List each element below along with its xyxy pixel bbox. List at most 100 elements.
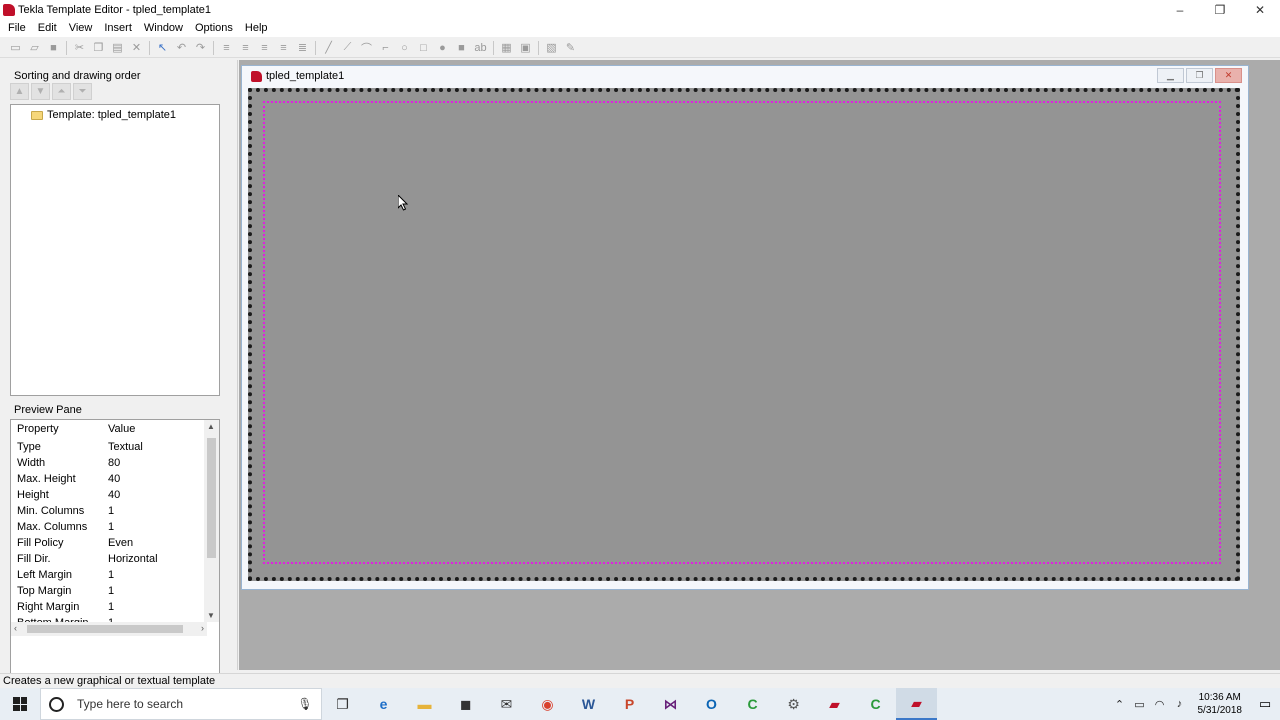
picture-icon[interactable]: ▧: [542, 39, 561, 57]
filled-rectangle-icon[interactable]: ■: [452, 39, 471, 57]
edge-icon[interactable]: e: [363, 688, 404, 720]
frame-icon[interactable]: ▣: [516, 39, 535, 57]
save-icon[interactable]: ■: [44, 39, 63, 57]
document-title-bar[interactable]: tpled_template1 ▁ ❐ ✕: [242, 66, 1248, 86]
open-icon[interactable]: ▱: [25, 39, 44, 57]
menu-options[interactable]: Options: [189, 19, 239, 37]
property-row[interactable]: Type Textual: [11, 439, 207, 455]
camtasia-icon[interactable]: C: [732, 688, 773, 720]
align-top-icon[interactable]: ≡: [217, 39, 236, 57]
paste-icon[interactable]: ▤: [108, 39, 127, 57]
property-value: Horizontal: [108, 553, 158, 565]
clock[interactable]: 10:36 AM 5/31/2018: [1198, 691, 1243, 717]
scrollbar-thumb[interactable]: [27, 625, 183, 633]
property-name: Min. Columns: [17, 505, 85, 517]
scroll-right-icon[interactable]: ›: [201, 623, 204, 633]
property-value: 40: [108, 473, 121, 485]
delete-icon[interactable]: ✕: [127, 39, 146, 57]
document-minimize-button[interactable]: ▁: [1157, 68, 1184, 83]
menu-insert[interactable]: Insert: [98, 19, 138, 37]
menu-window[interactable]: Window: [138, 19, 189, 37]
word-icon[interactable]: W: [568, 688, 609, 720]
cortana-icon: [49, 696, 64, 712]
start-button[interactable]: [0, 688, 40, 720]
store-icon[interactable]: ◼: [445, 688, 486, 720]
settings-gear-icon[interactable]: ⚙: [773, 688, 814, 720]
chrome-icon[interactable]: ◉: [527, 688, 568, 720]
menu-help[interactable]: Help: [239, 19, 274, 37]
volume-icon[interactable]: ♪: [1170, 698, 1190, 710]
property-name: Width: [17, 457, 46, 469]
window-title: Tekla Template Editor - tpled_template1: [18, 3, 212, 16]
outlook-icon[interactable]: O: [691, 688, 732, 720]
menu-edit[interactable]: Edit: [32, 19, 63, 37]
rectangle-icon[interactable]: □: [414, 39, 433, 57]
cut-icon[interactable]: ✂: [70, 39, 89, 57]
taskbar-search[interactable]: Type here to search 🎙: [40, 688, 322, 720]
vertical-scrollbar[interactable]: ▲ ▼: [204, 420, 219, 622]
move-top-icon[interactable]: ⏶: [52, 83, 71, 100]
property-row[interactable]: Width 80: [11, 455, 207, 471]
property-row[interactable]: Right Margin 1: [11, 599, 207, 615]
line-icon[interactable]: ╱: [319, 39, 338, 57]
filled-circle-icon[interactable]: ●: [433, 39, 452, 57]
grid-icon[interactable]: ▦: [497, 39, 516, 57]
copy-icon[interactable]: ❐: [89, 39, 108, 57]
scroll-left-icon[interactable]: ‹: [14, 623, 17, 633]
property-row[interactable]: Max. Columns 1: [11, 519, 207, 535]
align-distribute-icon[interactable]: ≣: [293, 39, 312, 57]
camtasia-recorder-icon[interactable]: C: [855, 688, 896, 720]
circle-icon[interactable]: ○: [395, 39, 414, 57]
left-panel: Sorting and drawing order ▲ ▼ ⏶ ⏷ Templa…: [0, 60, 238, 695]
select-icon[interactable]: ↖: [153, 39, 172, 57]
close-button[interactable]: ✕: [1240, 0, 1280, 19]
property-row[interactable]: Max. Height 40: [11, 471, 207, 487]
align-center-icon[interactable]: ≡: [274, 39, 293, 57]
align-middle-icon[interactable]: ≡: [236, 39, 255, 57]
polyline-icon[interactable]: ⟋: [338, 39, 357, 57]
minimize-button[interactable]: –: [1160, 0, 1200, 19]
maximize-button[interactable]: ❐: [1200, 0, 1240, 19]
arc-icon[interactable]: ⌒: [357, 39, 376, 57]
tekla-icon[interactable]: ▰: [814, 688, 855, 720]
redo-icon[interactable]: ↷: [191, 39, 210, 57]
powerpoint-icon[interactable]: P: [609, 688, 650, 720]
pen-icon[interactable]: ✎: [561, 39, 580, 57]
menu-file[interactable]: File: [2, 19, 32, 37]
template-canvas[interactable]: [248, 88, 1240, 581]
show-hidden-icons-icon[interactable]: ⌃: [1110, 698, 1130, 711]
tekla-app-icon: [3, 3, 15, 16]
toolbar-separator: [66, 40, 67, 55]
document-close-button[interactable]: ✕: [1215, 68, 1242, 83]
property-row[interactable]: Height 40: [11, 487, 207, 503]
move-up-icon[interactable]: ▲: [10, 83, 29, 100]
corner-icon[interactable]: ⌐: [376, 39, 395, 57]
task-view-icon[interactable]: ❐: [322, 688, 363, 720]
property-row[interactable]: Min. Columns 1: [11, 503, 207, 519]
battery-icon[interactable]: ▭: [1130, 698, 1150, 711]
new-icon[interactable]: ▭: [6, 39, 25, 57]
move-down-icon[interactable]: ▼: [31, 83, 50, 100]
menu-view[interactable]: View: [63, 19, 99, 37]
horizontal-scrollbar[interactable]: ‹ ›: [11, 622, 207, 636]
document-restore-button[interactable]: ❐: [1186, 68, 1213, 83]
scroll-up-icon[interactable]: ▲: [207, 422, 215, 431]
microphone-icon[interactable]: 🎙: [295, 697, 315, 711]
notifications-icon[interactable]: ▭: [1250, 696, 1280, 712]
align-bottom-icon[interactable]: ≡: [255, 39, 274, 57]
text-icon[interactable]: ab: [471, 39, 490, 57]
file-explorer-icon[interactable]: ▬: [404, 688, 445, 720]
mail-icon[interactable]: ✉: [486, 688, 527, 720]
property-row[interactable]: Top Margin 1: [11, 583, 207, 599]
network-icon[interactable]: ◠: [1150, 698, 1170, 711]
property-row[interactable]: Fill Policy Even: [11, 535, 207, 551]
property-row[interactable]: Left Margin 1: [11, 567, 207, 583]
undo-icon[interactable]: ↶: [172, 39, 191, 57]
tekla-template-editor-icon[interactable]: ▰: [896, 688, 937, 720]
scroll-down-icon[interactable]: ▼: [207, 611, 215, 620]
property-row[interactable]: Fill Dir. Horizontal: [11, 551, 207, 567]
visual-studio-icon[interactable]: ⋈: [650, 688, 691, 720]
scrollbar-thumb[interactable]: [207, 438, 216, 558]
move-bottom-icon[interactable]: ⏷: [73, 83, 92, 100]
tree-item-template[interactable]: Template: tpled_template1: [31, 109, 176, 121]
